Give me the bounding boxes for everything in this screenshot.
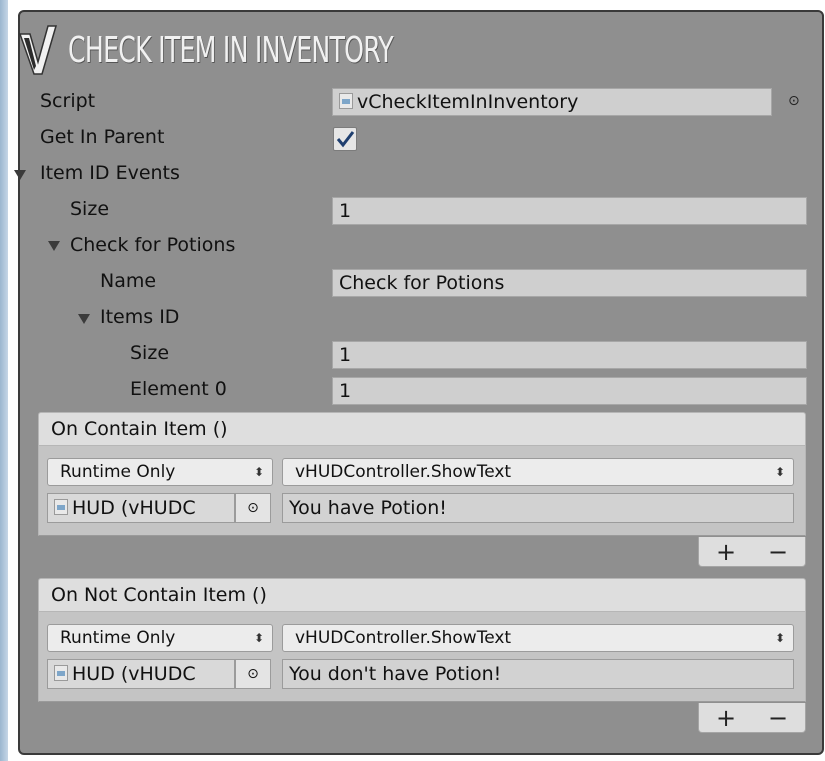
- runtime-mode-dropdown[interactable]: Runtime Only ⬍: [47, 458, 273, 486]
- argument-field[interactable]: You don't have Potion!: [282, 659, 794, 689]
- event-header: On Contain Item (): [38, 412, 806, 446]
- size-field[interactable]: 1: [332, 197, 807, 225]
- remove-button[interactable]: −: [753, 537, 803, 567]
- updown-arrow-icon: ⬍: [253, 465, 264, 479]
- component-header: CHECK ITEM IN INVENTORY: [18, 18, 518, 82]
- expand-triangle-icon[interactable]: [14, 170, 26, 180]
- items-size-label: Size: [130, 342, 170, 364]
- on-contain-item-event: On Contain Item () Runtime Only ⬍ vHUDCo…: [38, 412, 806, 536]
- updown-arrow-icon: ⬍: [774, 631, 785, 645]
- object-picker-icon[interactable]: ⊙: [788, 93, 800, 109]
- runtime-mode-dropdown[interactable]: Runtime Only ⬍: [47, 624, 273, 652]
- updown-arrow-icon: ⬍: [253, 631, 264, 645]
- remove-button[interactable]: −: [753, 703, 803, 733]
- element0-label: Element 0: [130, 378, 227, 400]
- on-not-contain-item-event: On Not Contain Item () Runtime Only ⬍ vH…: [38, 578, 806, 702]
- target-object-field[interactable]: HUD (vHUDC: [47, 659, 235, 689]
- v-check-logo-icon: [18, 22, 58, 78]
- event-header: On Not Contain Item (): [38, 578, 806, 612]
- list-add-remove: + −: [698, 537, 806, 567]
- target-object-value: HUD (vHUDC: [72, 663, 196, 685]
- object-picker-icon[interactable]: ⊙: [235, 659, 271, 689]
- expand-triangle-icon[interactable]: [48, 241, 60, 251]
- runtime-mode-value: Runtime Only: [60, 462, 176, 482]
- add-button[interactable]: +: [701, 703, 751, 733]
- check-potions-foldout[interactable]: Check for Potions: [70, 234, 235, 256]
- items-id-foldout[interactable]: Items ID: [100, 306, 179, 328]
- target-object-field[interactable]: HUD (vHUDC: [47, 493, 235, 523]
- target-object-value: HUD (vHUDC: [72, 497, 196, 519]
- window-edge: [0, 0, 8, 761]
- expand-triangle-icon[interactable]: [78, 314, 90, 324]
- script-file-icon: [339, 92, 353, 109]
- runtime-mode-value: Runtime Only: [60, 628, 176, 648]
- add-button[interactable]: +: [701, 537, 751, 567]
- item-id-events-label[interactable]: Item ID Events: [40, 162, 180, 184]
- get-in-parent-label: Get In Parent: [40, 126, 165, 148]
- function-value: vHUDController.ShowText: [295, 462, 512, 482]
- function-dropdown[interactable]: vHUDController.ShowText ⬍: [282, 458, 794, 486]
- event-body: Runtime Only ⬍ vHUDController.ShowText ⬍…: [38, 612, 806, 702]
- size-label: Size: [70, 198, 110, 220]
- name-field[interactable]: Check for Potions: [332, 269, 807, 297]
- items-size-field[interactable]: 1: [332, 341, 807, 369]
- object-icon: [54, 498, 68, 515]
- object-icon: [54, 664, 68, 681]
- checkmark-icon: [336, 131, 355, 148]
- argument-field[interactable]: You have Potion!: [282, 493, 794, 523]
- function-value: vHUDController.ShowText: [295, 628, 512, 648]
- get-in-parent-checkbox[interactable]: [333, 127, 357, 151]
- component-title: CHECK ITEM IN INVENTORY: [68, 29, 394, 71]
- element0-field[interactable]: 1: [332, 377, 807, 405]
- script-field[interactable]: vCheckItemInInventory: [332, 88, 772, 116]
- script-label: Script: [40, 90, 96, 112]
- name-label: Name: [100, 270, 157, 292]
- function-dropdown[interactable]: vHUDController.ShowText ⬍: [282, 624, 794, 652]
- event-body: Runtime Only ⬍ vHUDController.ShowText ⬍…: [38, 446, 806, 536]
- list-add-remove: + −: [698, 703, 806, 733]
- script-value: vCheckItemInInventory: [357, 91, 579, 113]
- updown-arrow-icon: ⬍: [774, 465, 785, 479]
- object-picker-icon[interactable]: ⊙: [235, 493, 271, 523]
